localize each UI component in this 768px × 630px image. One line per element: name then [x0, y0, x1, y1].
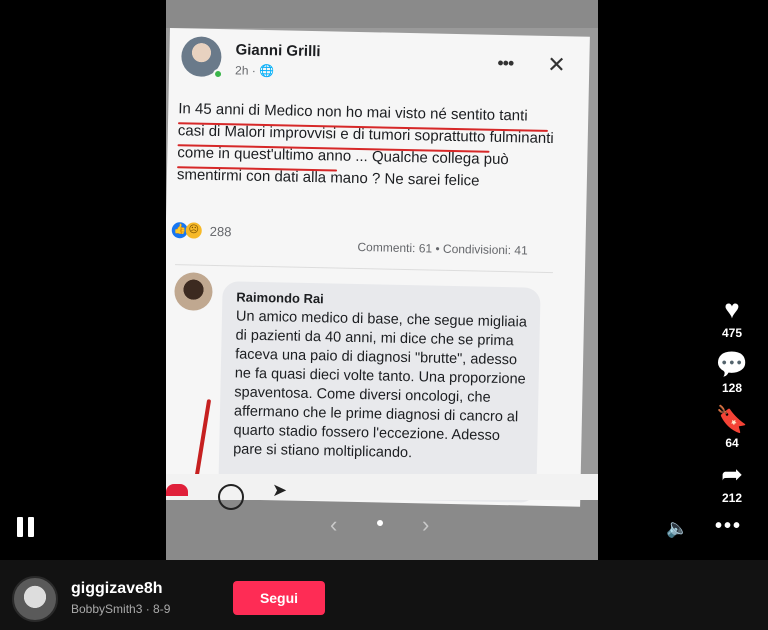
post-time: 2h · 🌐: [234, 63, 275, 79]
heart-icon: ♥: [724, 294, 740, 324]
share-count: 212: [721, 491, 743, 505]
more-horizontal-icon: •••: [497, 52, 514, 74]
bookmark-icon: 🔖: [715, 404, 749, 434]
divider: [175, 264, 553, 274]
save-count: 64: [725, 436, 739, 450]
reactions-row: 👍 ☹ 288: [171, 222, 232, 239]
photo-slide[interactable]: Gianni Grilli 2h · 🌐 ••• ✕ In 45 anni di…: [166, 0, 598, 560]
prev-slide-arrow[interactable]: ‹: [330, 512, 337, 538]
facebook-post: Gianni Grilli 2h · 🌐 ••• ✕ In 45 anni di…: [166, 28, 590, 507]
follow-button[interactable]: Segui: [233, 581, 325, 615]
pause-icon[interactable]: [17, 517, 35, 537]
sad-icon: ☹: [185, 222, 202, 239]
online-status-icon: [212, 68, 224, 80]
username[interactable]: giggizave8h: [71, 580, 163, 598]
save-button[interactable]: 🔖 64: [712, 404, 752, 450]
video-viewer[interactable]: Gianni Grilli 2h · 🌐 ••• ✕ In 45 anni di…: [0, 0, 768, 560]
comment-button[interactable]: 💬 128: [712, 349, 752, 395]
close-icon: ✕: [547, 51, 567, 78]
comment-icon: 💬: [715, 349, 749, 379]
more-options-icon[interactable]: •••: [715, 515, 742, 538]
share-button[interactable]: ➦ 212: [712, 459, 752, 505]
commenter-avatar: [174, 272, 213, 311]
like-button[interactable]: ♥ 475: [712, 294, 752, 340]
user-avatar[interactable]: [12, 576, 58, 622]
like-count: 475: [721, 326, 743, 340]
reactions-count: 288: [209, 223, 232, 239]
post-stats: Commenti: 61 • Condivisioni: 41: [357, 239, 528, 258]
next-slide-arrow[interactable]: ›: [422, 512, 429, 538]
share-icon: ➦: [721, 459, 743, 489]
send-icon: ➤: [272, 480, 288, 500]
post-author: Gianni Grilli: [235, 41, 321, 61]
comment-bubble: Raimondo Rai Un amico medico di base, ch…: [218, 281, 541, 503]
heart-icon: [166, 484, 188, 496]
volume-icon[interactable]: 🔈: [666, 518, 688, 539]
comment-count: 128: [721, 381, 743, 395]
comment-author: Raimondo Rai: [236, 289, 324, 307]
bottom-action-strip: ➤: [166, 474, 598, 510]
slide-indicator-dot: [377, 520, 383, 526]
screenshot-photo: Gianni Grilli 2h · 🌐 ••• ✕ In 45 anni di…: [166, 28, 598, 507]
comment-text: Un amico medico di base, che segue migli…: [233, 308, 528, 462]
creator-bar: giggizave8h BobbySmith3 · 8-9 Segui: [0, 560, 768, 630]
comment-circle-icon: [218, 484, 244, 510]
user-subline: BobbySmith3 · 8-9: [71, 602, 171, 616]
